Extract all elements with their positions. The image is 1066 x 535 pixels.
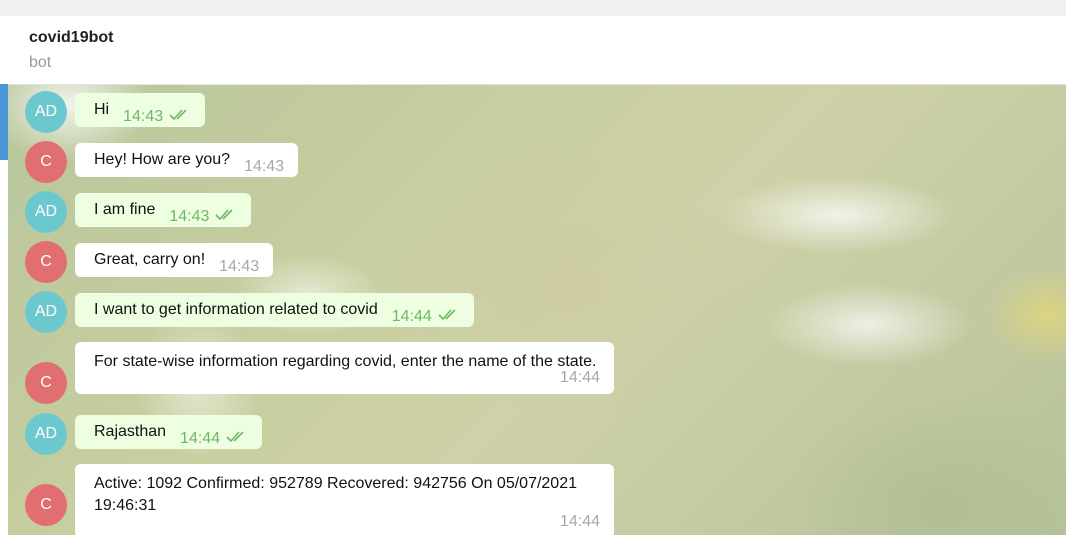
- selected-chat-indicator: [0, 84, 8, 160]
- message-time: 14:44: [559, 513, 600, 530]
- outgoing-message-bubble[interactable]: Rajasthan 14:44: [75, 415, 263, 450]
- outgoing-message-bubble[interactable]: I am fine 14:43: [75, 193, 252, 228]
- avatar[interactable]: C: [25, 484, 67, 526]
- message-time: 14:43: [123, 108, 164, 126]
- avatar[interactable]: AD: [25, 91, 67, 133]
- incoming-message-bubble[interactable]: For state-wise information regarding cov…: [75, 342, 614, 394]
- double-check-icon: [215, 208, 237, 226]
- message-time: 14:44: [391, 308, 432, 326]
- message-time: 14:43: [219, 258, 260, 275]
- message-time: 14:43: [169, 208, 210, 226]
- avatar[interactable]: AD: [25, 291, 67, 333]
- outgoing-message-bubble[interactable]: Hi 14:43: [75, 93, 206, 128]
- message-text: I am fine: [94, 201, 156, 218]
- avatar[interactable]: C: [25, 141, 67, 183]
- chat-header[interactable]: covid19bot bot: [8, 16, 1066, 85]
- double-check-icon: [169, 108, 191, 126]
- incoming-message-bubble[interactable]: Active: 1092 Confirmed: 952789 Recovered…: [75, 464, 614, 535]
- message-list[interactable]: AD Hi 14:43 C Hey! How are you? 14:43 AD I…: [8, 85, 1066, 535]
- message-text: I want to get information related to cov…: [94, 301, 378, 318]
- outgoing-message-bubble[interactable]: I want to get information related to cov…: [75, 293, 474, 328]
- window-top-strip: [0, 0, 1066, 16]
- message-text: Rajasthan: [94, 423, 167, 440]
- avatar[interactable]: AD: [25, 191, 67, 233]
- incoming-message-bubble[interactable]: Great, carry on! 14:43: [75, 243, 274, 277]
- chat-title[interactable]: covid19bot: [29, 29, 113, 47]
- message-text: Active: 1092 Confirmed: 952789 Recovered…: [94, 475, 577, 514]
- chat-subtitle: bot: [29, 54, 52, 71]
- message-text: Hey! How are you?: [94, 151, 231, 168]
- avatar[interactable]: C: [25, 241, 67, 283]
- message-text: Hi: [94, 101, 110, 118]
- avatar[interactable]: AD: [25, 413, 67, 455]
- message-time: 14:44: [180, 430, 221, 448]
- double-check-icon: [226, 430, 248, 448]
- double-check-icon: [438, 308, 460, 326]
- incoming-message-bubble[interactable]: Hey! How are you? 14:43: [75, 143, 299, 177]
- avatar[interactable]: C: [25, 362, 67, 404]
- message-time: 14:44: [559, 369, 600, 386]
- message-time: 14:43: [244, 158, 285, 175]
- message-text: Great, carry on!: [94, 251, 206, 268]
